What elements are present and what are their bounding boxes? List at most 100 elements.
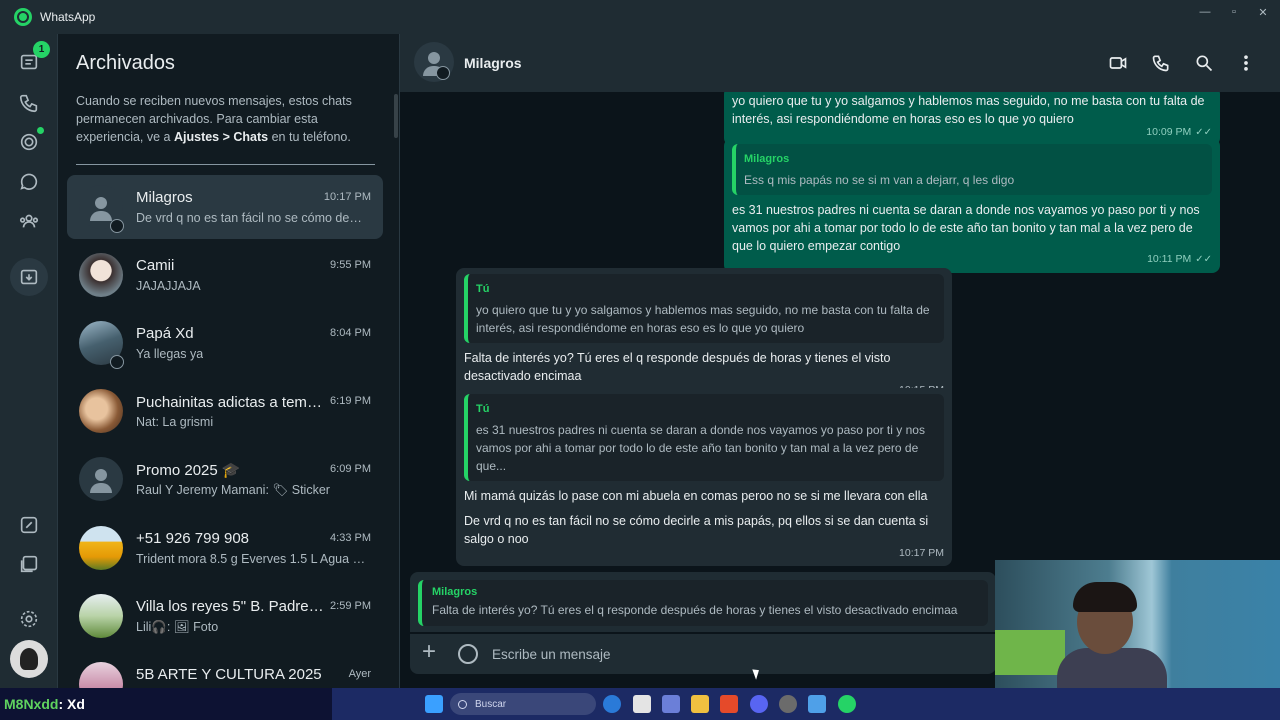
whatsapp-logo-icon	[14, 8, 32, 26]
chat-item-promo[interactable]: Promo 2025 🎓 6:09 PM Raul Y Jeremy Maman…	[67, 447, 383, 511]
list-scrollbar[interactable]	[394, 94, 398, 138]
close-button[interactable]: ✕	[1246, 0, 1280, 24]
archived-info-text: Cuando se reciben nuevos mensajes, estos…	[76, 92, 376, 146]
chat-item-papa[interactable]: Papá Xd 8:04 PM Ya llegas ya	[67, 311, 383, 375]
chat-item-group-temu[interactable]: Puchainitas adictas a temu 🛍️ 6:19 PM Na…	[67, 379, 383, 443]
start-button-icon[interactable]	[425, 695, 443, 713]
quoted-message[interactable]: Tú es 31 nuestros padres ni cuenta se da…	[464, 394, 944, 481]
title-bar: WhatsApp — ▫ ✕	[0, 0, 1280, 34]
archived-chat-list: Archivados Cuando se reciben nuevos mens…	[58, 34, 400, 688]
quoted-text: es 31 nuestros padres ni cuenta se daran…	[476, 423, 925, 473]
contact-name[interactable]: Milagros	[464, 55, 522, 71]
whatsapp-taskbar-icon[interactable]	[838, 695, 856, 713]
channels-nav-button[interactable]	[10, 163, 48, 201]
page-title: Archivados	[76, 52, 175, 74]
taskbar-search[interactable]: Buscar	[450, 693, 596, 715]
message-bubble-outgoing[interactable]: Milagros Ess q mis papás no se si m van …	[724, 138, 1220, 273]
info-settings-path: Ajustes > Chats	[173, 130, 269, 144]
attach-plus-icon[interactable]: +	[422, 640, 436, 664]
quoted-message[interactable]: Milagros Ess q mis papás no se si m van …	[732, 144, 1212, 195]
obs-icon[interactable]	[779, 695, 797, 713]
media-nav-button[interactable]	[10, 545, 48, 583]
stream-username: M8Nxdd	[4, 696, 59, 712]
quoted-message[interactable]: Tú yo quiero que tu y yo salgamos y habl…	[464, 274, 944, 343]
status-nav-button[interactable]	[10, 123, 48, 161]
avatar	[79, 253, 123, 297]
menu-button[interactable]	[1234, 51, 1258, 75]
avatar	[79, 389, 123, 433]
unread-badge: 1	[33, 41, 50, 58]
stream-chat-overlay: M8Nxdd : Xd	[0, 688, 332, 720]
message-time: 10:17 PM	[899, 547, 944, 559]
archived-nav-button[interactable]	[10, 258, 48, 296]
reply-text: Falta de interés yo? Tú eres el q respon…	[432, 603, 958, 617]
settings-nav-button[interactable]	[10, 600, 48, 638]
video-camera-icon	[1109, 57, 1127, 69]
avatar	[79, 594, 123, 638]
calls-nav-button[interactable]	[10, 84, 48, 122]
message-text: Mi mamá quizás lo pase con mi abuela en …	[464, 489, 928, 503]
chat-preview: Trident mora 8.5 g Everves 1.5 L Agua ci…	[136, 552, 368, 566]
webcam-overlay	[995, 560, 1280, 688]
chats-nav-button[interactable]: 1	[10, 41, 50, 81]
chat-item-villa-los-reyes[interactable]: Villa los reyes 5" B. Padres de Familia …	[67, 584, 383, 648]
starred-nav-button[interactable]	[10, 506, 48, 544]
stream-message: : Xd	[58, 696, 85, 712]
quoted-author: Tú	[476, 403, 490, 415]
chat-time: 6:09 PM	[330, 463, 371, 475]
chat-item-camii[interactable]: Camii 9:55 PM JAJAJJAJA	[67, 243, 383, 307]
chat-name: Papá Xd	[136, 325, 194, 342]
chat-name: 5B ARTE Y CULTURA 2025	[136, 666, 322, 683]
chat-name: Promo 2025 🎓	[136, 462, 241, 479]
file-explorer-icon[interactable]	[691, 695, 709, 713]
status-ring-icon	[436, 66, 450, 80]
profile-avatar[interactable]	[10, 640, 48, 678]
notepad-icon[interactable]	[808, 695, 826, 713]
webcam-object	[995, 630, 1065, 675]
reply-preview[interactable]: Milagros Falta de interés yo? Tú eres el…	[410, 572, 996, 632]
chat-item-milagros[interactable]: Milagros 10:17 PM De vrd q no es tan fác…	[67, 175, 383, 239]
app-icon[interactable]	[662, 695, 680, 713]
chat-name: Puchainitas adictas a temu 🛍️	[136, 394, 326, 411]
search-button[interactable]	[1192, 51, 1216, 75]
webcam-person-body	[1057, 648, 1167, 688]
message-text: De vrd q no es tan fácil no se cómo deci…	[464, 514, 929, 546]
discord-icon[interactable]	[750, 695, 768, 713]
chat-time: 10:17 PM	[323, 191, 371, 203]
phone-icon	[1152, 55, 1169, 72]
quoted-text: Ess q mis papás no se si m van a dejarr,…	[744, 173, 1015, 187]
chat-preview: Lili🎧: 🖼 Foto	[136, 620, 219, 634]
message-composer: +	[410, 634, 996, 674]
info-text-part2: en tu teléfono.	[268, 130, 351, 144]
store-icon[interactable]	[633, 695, 651, 713]
message-input[interactable]	[492, 642, 982, 666]
media-icon	[20, 555, 38, 573]
voice-call-button[interactable]	[1149, 51, 1173, 75]
emoji-icon[interactable]	[458, 644, 478, 664]
webcam-person-hair	[1073, 582, 1137, 612]
taskbar-search-label: Buscar	[475, 698, 507, 710]
chat-item-phone-number[interactable]: +51 926 799 908 4:33 PM Trident mora 8.5…	[67, 516, 383, 580]
quoted-author: Milagros	[744, 153, 790, 165]
status-ring-icon	[110, 219, 124, 233]
chat-name: Camii	[136, 257, 175, 274]
chat-name: Milagros	[136, 189, 193, 206]
communities-nav-button[interactable]	[10, 202, 48, 240]
message-bubble-incoming[interactable]: De vrd q no es tan fácil no se cómo deci…	[456, 506, 952, 566]
profile-picture-icon	[20, 648, 38, 670]
divider	[76, 164, 375, 165]
message-list: yo quiero que tu y yo salgamos y hablemo…	[400, 92, 1280, 572]
message-text: es 31 nuestros padres ni cuenta se daran…	[732, 203, 1200, 253]
brave-browser-icon[interactable]	[720, 695, 738, 713]
message-bubble-incoming[interactable]: Tú yo quiero que tu y yo salgamos y habl…	[456, 268, 952, 403]
edge-browser-icon[interactable]	[603, 695, 621, 713]
video-call-button[interactable]	[1106, 51, 1130, 75]
chat-item-5b-arte[interactable]: 5B ARTE Y CULTURA 2025 Ayer	[67, 652, 383, 688]
starred-icon	[20, 516, 38, 534]
chat-time: Ayer	[348, 668, 371, 680]
message-time: 10:11 PM ✓✓	[1147, 250, 1212, 269]
chat-preview: Raul Y Jeremy Mamani: 🏷 Sticker	[136, 483, 330, 497]
chat-preview: De vrd q no es tan fácil no se cómo deci…	[136, 211, 368, 225]
message-bubble-incoming[interactable]: Tú es 31 nuestros padres ni cuenta se da…	[456, 388, 952, 523]
message-time-text: 10:11 PM	[1147, 253, 1192, 265]
